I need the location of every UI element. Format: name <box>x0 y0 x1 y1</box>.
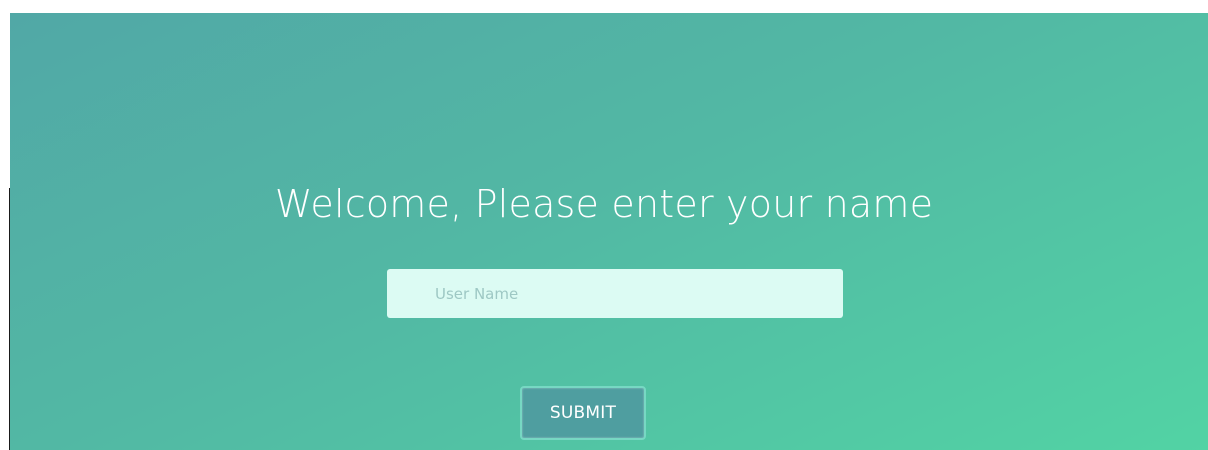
page-frame: Welcome, Please enter your name SUBMIT <box>0 0 1208 450</box>
submit-button[interactable]: SUBMIT <box>520 386 646 440</box>
username-input[interactable] <box>387 269 843 318</box>
welcome-heading: Welcome, Please enter your name <box>274 182 934 226</box>
